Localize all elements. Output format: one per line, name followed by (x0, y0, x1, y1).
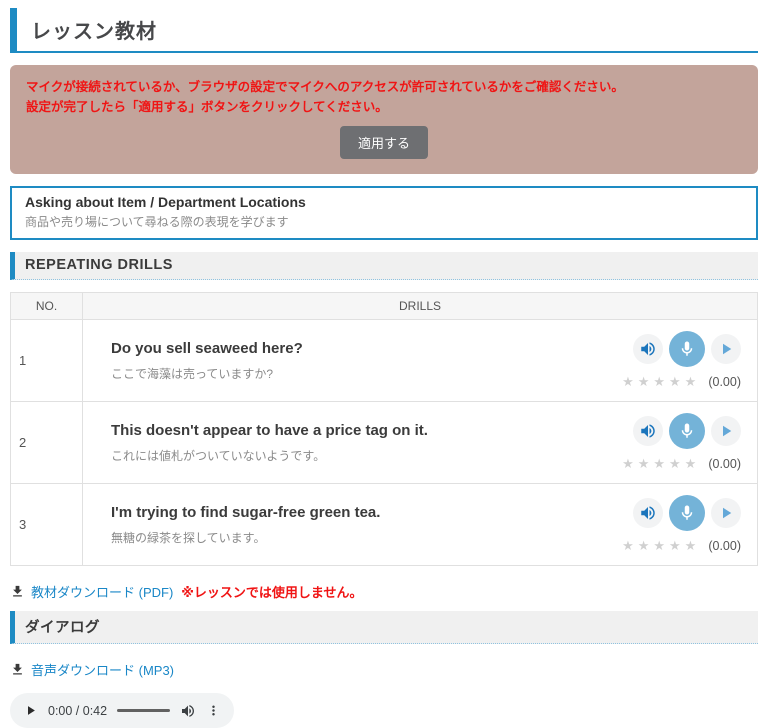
drill-number: 1 (11, 320, 83, 402)
lesson-subtitle: 商品や売り場について尋ねる際の表現を学びます (25, 213, 743, 230)
playback-button[interactable] (711, 334, 741, 364)
play-icon (717, 504, 735, 522)
drill-number: 3 (11, 484, 83, 566)
pdf-download-note: ※レッスンでは使用しません。 (181, 582, 362, 601)
microphone-icon (678, 340, 696, 358)
drill-cell: Do you sell seaweed here? ここで海藻は売っていますか? (83, 320, 758, 402)
score-value: (0.00) (708, 375, 741, 389)
listen-button[interactable] (633, 416, 663, 446)
apply-button-row: 適用する (26, 126, 742, 159)
dialog-heading: ダイアログ (10, 611, 758, 644)
play-icon (717, 340, 735, 358)
player-time: 0:00 / 0:42 (48, 704, 107, 718)
pdf-download-row: 教材ダウンロード (PDF) ※レッスンでは使用しません。 (10, 582, 758, 601)
score-value: (0.00) (708, 539, 741, 553)
pdf-download-link[interactable]: 教材ダウンロード (PDF) (31, 582, 173, 601)
drill-english-sentence: Do you sell seaweed here? (111, 340, 303, 357)
player-play-button[interactable] (23, 703, 38, 718)
drill-cell: I'm trying to find sugar-free green tea.… (83, 484, 758, 566)
table-row: 3 I'm trying to find sugar-free green te… (11, 484, 758, 566)
microphone-notice-box: マイクが接続されているか、ブラウザの設定でマイクへのアクセスが許可されているかを… (10, 65, 758, 174)
player-volume-button[interactable] (180, 703, 196, 719)
record-button[interactable] (669, 495, 705, 531)
mp3-download-link[interactable]: 音声ダウンロード (MP3) (31, 660, 174, 679)
player-menu-button[interactable] (206, 703, 221, 718)
page-title: レッスン教材 (10, 8, 758, 53)
score-value: (0.00) (708, 457, 741, 471)
star-rating: ★★★★★ (622, 456, 700, 472)
drill-japanese-translation: これには値札がついていないようです。 (111, 447, 428, 464)
table-header-row: NO. DRILLS (11, 293, 758, 320)
lesson-info-box: Asking about Item / Department Locations… (10, 186, 758, 240)
listen-button[interactable] (633, 334, 663, 364)
record-button[interactable] (669, 413, 705, 449)
playback-button[interactable] (711, 498, 741, 528)
drill-japanese-translation: 無糖の緑茶を探しています。 (111, 529, 380, 546)
drill-number: 2 (11, 402, 83, 484)
drill-text: This doesn't appear to have a price tag … (111, 422, 428, 464)
column-header-drills: DRILLS (83, 293, 758, 320)
notice-line-1: マイクが接続されているか、ブラウザの設定でマイクへのアクセスが許可されているかを… (26, 77, 742, 97)
page-container: レッスン教材 マイクが接続されているか、ブラウザの設定でマイクへのアクセスが許可… (0, 0, 768, 728)
apply-button[interactable]: 適用する (340, 126, 428, 159)
drill-cell: This doesn't appear to have a price tag … (83, 402, 758, 484)
star-rating: ★★★★★ (622, 538, 700, 554)
drill-controls: ★★★★★ (0.00) (622, 495, 743, 554)
audio-player[interactable]: 0:00 / 0:42 (10, 693, 234, 728)
drill-controls: ★★★★★ (0.00) (622, 331, 743, 390)
drill-text: Do you sell seaweed here? ここで海藻は売っていますか? (111, 340, 303, 382)
star-rating: ★★★★★ (622, 374, 700, 390)
drills-table: NO. DRILLS 1 Do you sell seaweed here? こ… (10, 292, 758, 566)
playback-button[interactable] (711, 416, 741, 446)
player-volume-icon (180, 703, 196, 719)
player-seek-bar[interactable] (117, 709, 170, 712)
speaker-icon (639, 504, 657, 522)
column-header-no: NO. (11, 293, 83, 320)
play-icon (717, 422, 735, 440)
table-row: 1 Do you sell seaweed here? ここで海藻は売っています… (11, 320, 758, 402)
lesson-title: Asking about Item / Department Locations (25, 194, 743, 210)
download-icon (10, 662, 25, 677)
drill-text: I'm trying to find sugar-free green tea.… (111, 504, 380, 546)
mp3-download-row: 音声ダウンロード (MP3) (10, 660, 758, 679)
speaker-icon (639, 422, 657, 440)
record-button[interactable] (669, 331, 705, 367)
drill-controls: ★★★★★ (0.00) (622, 413, 743, 472)
notice-line-2: 設定が完了したら「適用する」ボタンをクリックしてください。 (26, 97, 742, 117)
player-play-icon (23, 703, 38, 718)
speaker-icon (639, 340, 657, 358)
repeating-drills-heading: REPEATING DRILLS (10, 252, 758, 280)
vertical-dots-icon (206, 703, 221, 718)
drill-english-sentence: I'm trying to find sugar-free green tea. (111, 504, 380, 521)
microphone-icon (678, 504, 696, 522)
drill-english-sentence: This doesn't appear to have a price tag … (111, 422, 428, 439)
microphone-icon (678, 422, 696, 440)
table-row: 2 This doesn't appear to have a price ta… (11, 402, 758, 484)
download-icon (10, 584, 25, 599)
drill-japanese-translation: ここで海藻は売っていますか? (111, 365, 303, 382)
listen-button[interactable] (633, 498, 663, 528)
